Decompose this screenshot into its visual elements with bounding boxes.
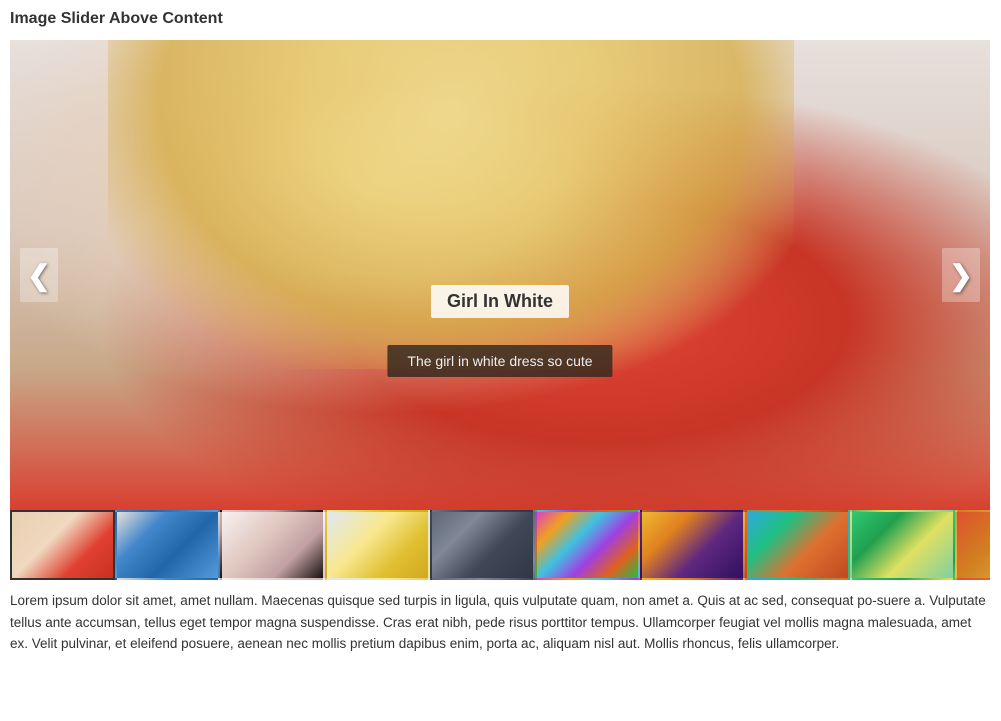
body-content-text: Lorem ipsum dolor sit amet, amet nullam.… <box>10 590 990 655</box>
slider-next-button[interactable]: ❯ <box>942 248 980 302</box>
thumbnail-8[interactable] <box>850 510 955 580</box>
thumbnail-7[interactable] <box>745 510 850 580</box>
thumbnail-8-image <box>852 512 953 578</box>
thumbnail-4-image <box>432 512 533 578</box>
thumbnail-0[interactable] <box>10 510 115 580</box>
thumbnail-5-image <box>537 512 638 578</box>
thumbnail-3-image <box>327 512 428 578</box>
thumbnail-9[interactable] <box>955 510 990 580</box>
thumbnail-1[interactable] <box>115 510 220 580</box>
slide-caption-desc: The girl in white dress so cute <box>387 345 612 377</box>
thumbnail-5[interactable] <box>535 510 640 580</box>
slide-caption-title: Girl In White <box>431 285 569 318</box>
image-slider: Girl In White The girl in white dress so… <box>10 40 990 580</box>
slider-thumbnails <box>10 510 990 580</box>
slider-main-area: Girl In White The girl in white dress so… <box>10 40 990 510</box>
thumbnail-6-image <box>642 512 743 578</box>
thumbnail-6[interactable] <box>640 510 745 580</box>
thumbnail-9-image <box>957 512 990 578</box>
thumbnail-2-image <box>222 512 323 578</box>
thumbnail-7-image <box>747 512 848 578</box>
thumbnail-3[interactable] <box>325 510 430 580</box>
slide-photo-overlay <box>108 40 794 369</box>
page-title: Image Slider Above Content <box>10 10 991 28</box>
thumbnail-2[interactable] <box>220 510 325 580</box>
thumbnail-1-image <box>117 512 218 578</box>
thumbnail-4[interactable] <box>430 510 535 580</box>
thumbnail-0-image <box>12 512 113 578</box>
slider-prev-button[interactable]: ❮ <box>20 248 58 302</box>
